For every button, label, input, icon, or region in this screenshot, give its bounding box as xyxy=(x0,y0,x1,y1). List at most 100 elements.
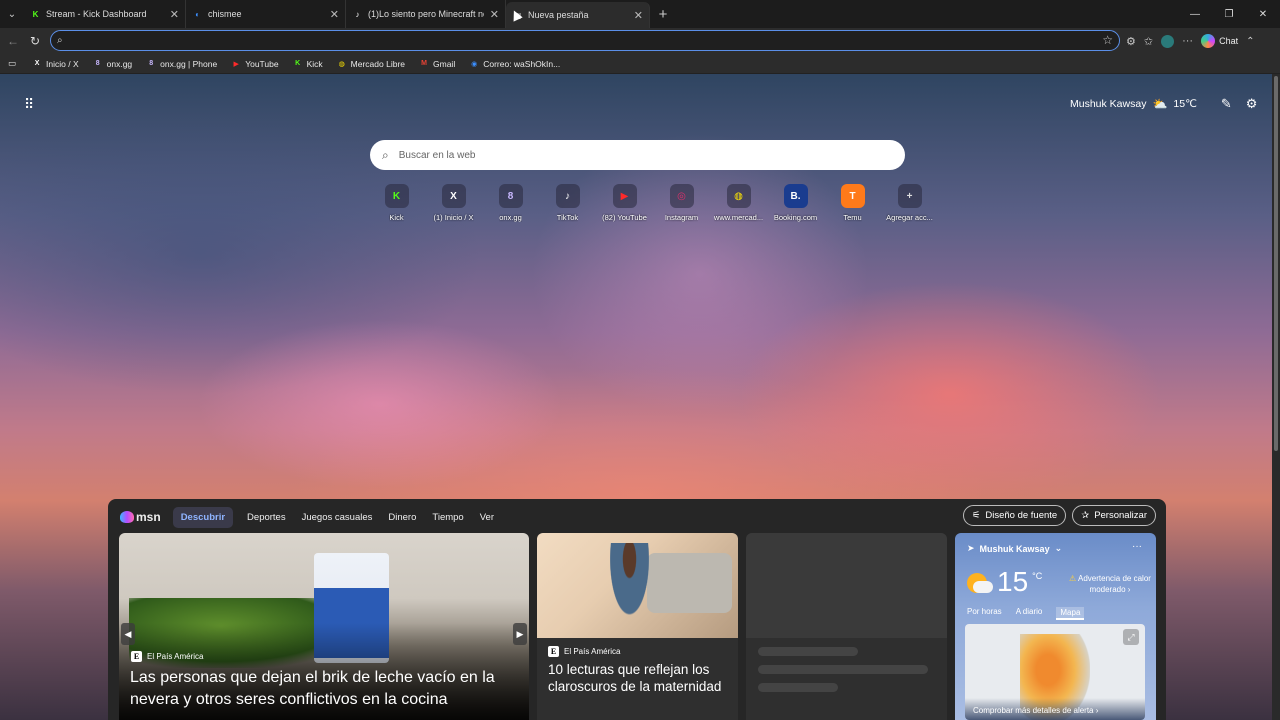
weather-alert[interactable]: ⚠ Advertencia de calor moderado › xyxy=(1069,573,1151,595)
more-options-icon[interactable]: ··· xyxy=(1182,35,1193,47)
msn-logo[interactable]: msn xyxy=(120,510,161,524)
weather-tab-hourly[interactable]: Por horas xyxy=(967,607,1002,620)
quick-link-tiktok[interactable]: ♪ TikTok xyxy=(539,184,596,222)
quick-link-x[interactable]: X (1) Inicio / X xyxy=(425,184,482,222)
warning-icon: ⚠ xyxy=(1069,574,1077,583)
weather-map[interactable]: ⤢ Comprobar más detalles de alerta › xyxy=(965,624,1145,720)
add-shortcut-tile[interactable]: + Agregar acc... xyxy=(881,184,938,222)
youtube-icon: ▶ xyxy=(612,184,637,208)
feed-tab-weather[interactable]: Tiempo xyxy=(432,512,463,523)
chismee-favicon-icon: ◐ xyxy=(195,9,200,19)
chevron-down-icon: ⌄ xyxy=(1054,543,1063,553)
quick-link-booking[interactable]: B. Booking.com xyxy=(767,184,824,222)
tab-new-tab[interactable]: ▤ Nueva pestaña ✕ xyxy=(506,2,650,28)
tab-title: Stream - Kick Dashboard xyxy=(46,9,147,19)
restore-icon[interactable]: ❐ xyxy=(1212,0,1246,28)
scrollbar-thumb[interactable] xyxy=(1274,76,1278,451)
feed-tab-discover[interactable]: Descubrir xyxy=(172,506,234,528)
article-card[interactable]: E El País América 10 lecturas que refleja… xyxy=(537,533,738,720)
address-bar[interactable]: ⌕ ☆ xyxy=(50,30,1120,51)
article-source: E El País América xyxy=(548,646,620,657)
gmail-icon: M xyxy=(421,60,427,67)
location-arrow-icon: ➤ xyxy=(967,543,975,553)
partly-sunny-icon xyxy=(965,571,993,595)
profile-avatar[interactable] xyxy=(1161,34,1175,48)
carousel-prev-button[interactable]: ◀ xyxy=(121,623,135,645)
font-layout-button[interactable]: ⚟ Diseño de fuente xyxy=(962,505,1067,526)
outlook-icon: ◉ xyxy=(471,60,478,68)
feed-nav: msn Descubrir Deportes Juegos casuales D… xyxy=(120,505,510,529)
favorite-item[interactable]: 8 onx.gg xyxy=(93,59,132,69)
quick-link-mercadolibre[interactable]: ◍ www.mercad... xyxy=(710,184,767,222)
weather-tab-daily[interactable]: A diario xyxy=(1016,607,1043,620)
weather-temperature: 15 xyxy=(997,566,1029,597)
tab-tiktok-video[interactable]: ♪ (1)Lo siento pero Minecraft no esp ✕ xyxy=(346,0,506,28)
copilot-chat-button[interactable]: Chat xyxy=(1201,34,1238,48)
search-placeholder: Buscar en la web xyxy=(398,149,476,161)
personalize-button[interactable]: ✰ Personalizar xyxy=(1072,505,1156,526)
favorite-item[interactable]: ◉ Correo: wаShOkIn... xyxy=(469,59,560,69)
weather-tab-map[interactable]: Mapa xyxy=(1056,607,1085,620)
address-input[interactable] xyxy=(68,35,1069,46)
favorite-item[interactable]: M Gmail xyxy=(419,59,455,69)
header-temperature[interactable]: 15℃ xyxy=(1173,98,1196,110)
quick-link-youtube[interactable]: ▶ (82) YouTube xyxy=(596,184,653,222)
article-image-mother-reading xyxy=(537,533,738,638)
weather-card[interactable]: ➤ Mushuk Kawsay ⌄ ··· 15 °C ⚠ Advertencia … xyxy=(955,533,1156,720)
favorite-item[interactable]: X Inicio / X xyxy=(32,59,79,69)
new-tab-button[interactable]: + xyxy=(650,6,676,23)
add-favorite-star-icon[interactable]: ☆ xyxy=(1102,33,1113,47)
web-search-box[interactable]: ⌕ Buscar en la web xyxy=(370,140,905,170)
extensions-icon[interactable]: ⚙ xyxy=(1126,35,1136,48)
feed-tab-games[interactable]: Juegos casuales xyxy=(302,512,373,523)
minimize-icon[interactable]: — xyxy=(1178,0,1212,28)
tab-title: chismee xyxy=(208,9,242,19)
favorites-icon[interactable]: ✩ xyxy=(1144,35,1153,48)
alert-details-link[interactable]: Comprobar más detalles de alerta › xyxy=(965,698,1145,720)
page-scrollbar[interactable] xyxy=(1272,74,1280,720)
favorite-item[interactable]: ◍ Mercado Libre xyxy=(337,59,405,69)
gear-icon[interactable]: ⚙ xyxy=(1246,96,1258,112)
tab-kick-dashboard[interactable]: K Stream - Kick Dashboard ✕ xyxy=(24,0,186,28)
tab-chismee[interactable]: ◐ chismee ✕ xyxy=(186,0,346,28)
pencil-icon[interactable]: ✎ xyxy=(1221,96,1232,112)
tab-actions-menu[interactable]: ⌄ xyxy=(0,0,24,28)
carousel-next-button[interactable]: ▶ xyxy=(513,623,527,645)
feed-tab-watch[interactable]: Ver xyxy=(480,512,494,523)
expand-icon[interactable]: ⤢ xyxy=(1123,629,1139,645)
onx-icon: 8 xyxy=(95,60,100,67)
close-window-icon[interactable]: ✕ xyxy=(1246,0,1280,28)
chevron-down-icon: ⌄ xyxy=(7,8,17,20)
sidebar-chevron-icon[interactable]: ⌃ xyxy=(1246,36,1254,47)
quick-link-kick[interactable]: K Kick xyxy=(368,184,425,222)
plus-icon: + xyxy=(658,5,668,23)
close-icon[interactable]: ✕ xyxy=(170,8,179,21)
more-options-icon[interactable]: ··· xyxy=(1132,541,1142,552)
article-source: E El País América xyxy=(131,651,203,662)
user-location[interactable]: Mushuk Kawsay xyxy=(1070,98,1146,110)
header-weather: Mushuk Kawsay ⛅ 15℃ ✎ ⚙ xyxy=(1070,96,1257,112)
article-headline[interactable]: Las personas que dejan el brik de leche … xyxy=(130,667,520,711)
feed-tab-money[interactable]: Dinero xyxy=(388,512,416,523)
favorite-item[interactable]: ▶ YouTube xyxy=(231,59,279,69)
favorite-item[interactable]: K Kick xyxy=(293,59,323,69)
tiktok-icon: ♪ xyxy=(555,184,580,208)
chat-label: Chat xyxy=(1219,36,1239,46)
article-headline[interactable]: 10 lecturas que reflejan los claroscuros… xyxy=(548,661,733,695)
close-icon[interactable]: ✕ xyxy=(490,8,499,21)
tiktok-favicon-icon: ♪ xyxy=(355,9,360,19)
reading-mode-icon[interactable]: ▭ xyxy=(8,58,16,69)
quick-link-temu[interactable]: T Temu xyxy=(824,184,881,222)
favorite-item[interactable]: 8 onx.gg | Phone xyxy=(146,59,217,69)
quick-link-instagram[interactable]: ◎ Instagram xyxy=(653,184,710,222)
back-icon[interactable]: ← xyxy=(2,34,24,48)
refresh-icon[interactable]: ↻ xyxy=(24,34,46,48)
weather-location[interactable]: ➤ Mushuk Kawsay ⌄ xyxy=(967,543,1062,554)
feed-tab-sports[interactable]: Deportes xyxy=(247,512,286,523)
close-icon[interactable]: ✕ xyxy=(634,9,643,22)
close-icon[interactable]: ✕ xyxy=(330,8,339,21)
article-card-featured[interactable]: ◀ ▶ E El País América Las personas que de… xyxy=(119,533,529,720)
app-launcher-grid-icon[interactable]: ⠿ xyxy=(24,96,34,113)
quick-link-onx[interactable]: 8 onx.gg xyxy=(482,184,539,222)
youtube-icon: ▶ xyxy=(233,60,239,68)
